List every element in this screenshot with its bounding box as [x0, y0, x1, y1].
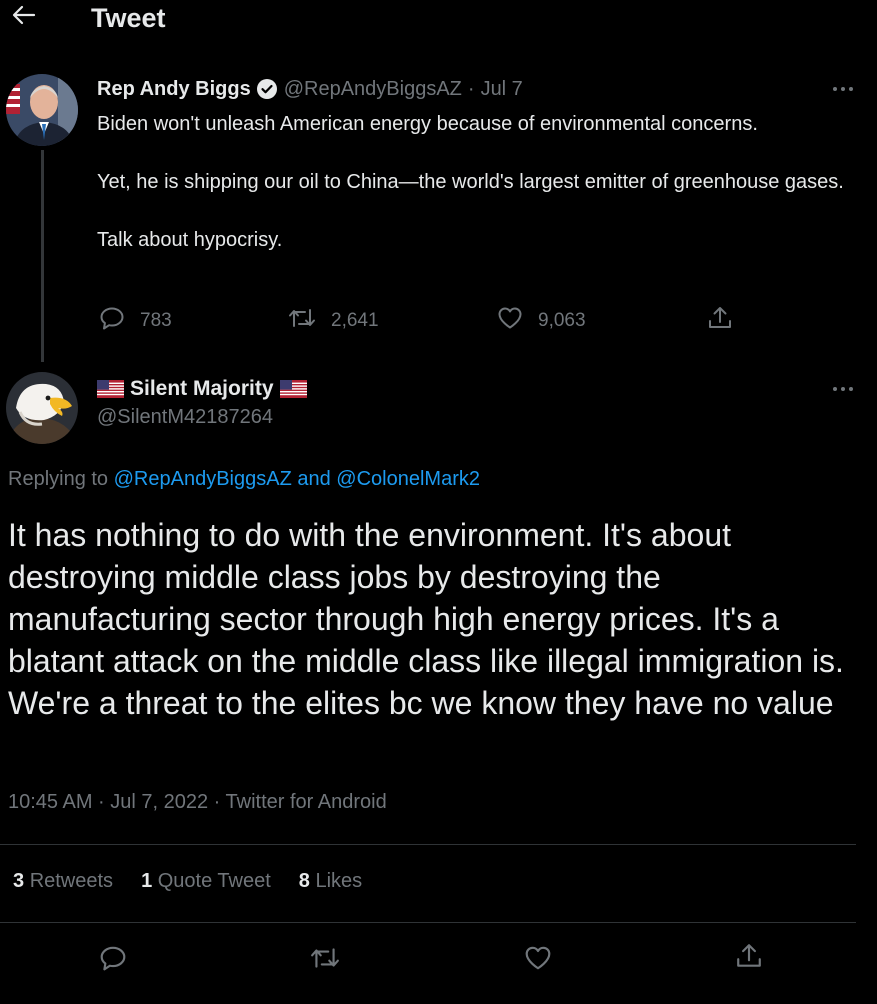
avatar-rep-andy-biggs[interactable]: [6, 74, 78, 146]
parent-author-row: Rep Andy Biggs @RepAndyBiggsAZ · Jul 7: [97, 76, 523, 102]
retweet-icon: [310, 945, 340, 976]
divider: [0, 844, 856, 845]
quote-tweets-stat[interactable]: 1 Quote Tweet: [141, 870, 271, 893]
likes-stat-label: Likes: [315, 870, 363, 892]
retweets-stat[interactable]: 3 Retweets: [13, 870, 113, 893]
reply-author-name: Silent Majority: [130, 377, 274, 400]
reply-count: 783: [140, 310, 172, 331]
parent-more-button[interactable]: [828, 78, 858, 98]
like-action-button[interactable]: [518, 940, 558, 980]
avatar-silent-majority[interactable]: [6, 372, 78, 444]
heart-icon: [497, 306, 523, 336]
parent-author-name[interactable]: Rep Andy Biggs: [97, 78, 251, 101]
replying-to-link[interactable]: @ColonelMark2: [336, 468, 480, 490]
replying-to-link[interactable]: @RepAndyBiggsAZ: [114, 468, 292, 490]
share-action-button[interactable]: [729, 938, 769, 978]
reply-tweet-text: It has nothing to do with the environmen…: [8, 517, 844, 721]
parent-tweet-text: Biden won't unleash American energy beca…: [97, 110, 857, 255]
retweet-count: 2,641: [331, 310, 379, 331]
more-horizontal-icon: [832, 79, 854, 97]
reply-icon: [99, 944, 127, 977]
retweet-action-button[interactable]: [305, 940, 345, 980]
retweets-stat-label: Retweets: [29, 870, 114, 892]
meta-separator: ·: [467, 77, 475, 100]
page-title: Tweet: [91, 3, 166, 33]
quote-tweets-stat-count: 1: [141, 870, 153, 892]
reply-more-button[interactable]: [828, 378, 858, 398]
quote-tweets-stat-label: Quote Tweet: [157, 870, 271, 892]
back-button[interactable]: [8, 2, 40, 32]
parent-retweet-button[interactable]: 2,641: [288, 306, 379, 336]
parent-reply-button[interactable]: 783: [99, 306, 172, 336]
share-icon: [735, 942, 763, 975]
tweet-timestamp[interactable]: 10:45 AM · Jul 7, 2022 · Twitter for And…: [8, 791, 387, 814]
parent-paragraph: Biden won't unleash American energy beca…: [97, 113, 758, 135]
reply-author-handle[interactable]: @SilentM42187264: [97, 406, 273, 429]
likes-stat[interactable]: 8 Likes: [299, 870, 362, 893]
engagement-stats: 3 Retweets 1 Quote Tweet 8 Likes: [13, 870, 362, 893]
retweet-icon: [288, 306, 316, 336]
parent-share-button[interactable]: [707, 306, 733, 336]
reply-action-button[interactable]: [93, 940, 133, 980]
heart-icon: [524, 945, 552, 976]
parent-author-handle[interactable]: @RepAndyBiggsAZ: [284, 78, 462, 101]
replying-to-line: Replying to @RepAndyBiggsAZ and @Colonel…: [8, 468, 480, 491]
replying-to-prefix: Replying to: [8, 468, 109, 490]
parent-paragraph: Yet, he is shipping our oil to China—the…: [97, 171, 844, 193]
parent-tweet-date[interactable]: Jul 7: [481, 78, 523, 101]
reply-author-row[interactable]: Silent Majority: [97, 376, 307, 402]
divider: [0, 922, 856, 923]
likes-stat-count: 8: [298, 870, 310, 892]
arrow-left-icon: [12, 5, 36, 30]
verified-badge-icon: [256, 78, 278, 100]
parent-like-button[interactable]: 9,063: [497, 306, 586, 336]
more-horizontal-icon: [832, 379, 854, 397]
retweets-stat-count: 3: [13, 870, 25, 892]
us-flag-icon: [97, 380, 124, 398]
reply-icon: [99, 306, 125, 336]
share-icon: [707, 305, 733, 337]
parent-paragraph: Talk about hypocrisy.: [97, 229, 283, 251]
us-flag-icon: [279, 380, 307, 398]
like-count: 9,063: [538, 310, 586, 331]
thread-line: [41, 150, 44, 362]
replying-to-and: and: [297, 468, 331, 490]
